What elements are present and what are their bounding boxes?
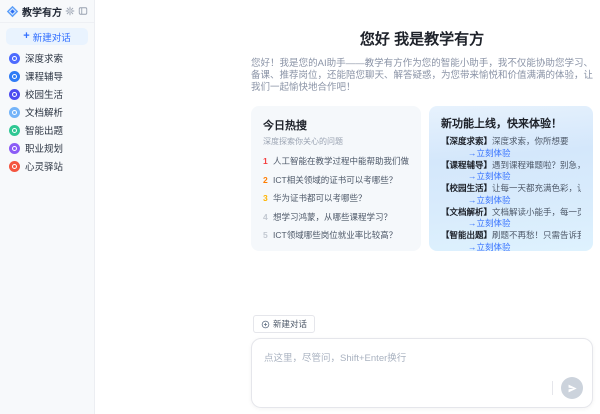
message-input[interactable] [252, 339, 592, 407]
sidebar-item-quiz[interactable]: 智能出题 [0, 121, 94, 139]
deepseek-icon [9, 52, 20, 64]
feature-item: 【智能出题】刷题不再愁！只需告诉我您的... →立刻体验 [441, 230, 581, 251]
campus-icon [9, 88, 20, 100]
sidebar-item-deepseek[interactable]: 深度求索 [0, 49, 94, 67]
send-area [552, 377, 583, 399]
sidebar-item-label: 职业规划 [25, 144, 64, 155]
hot-text: ICT相关领域的证书可以考哪些？ [273, 174, 398, 185]
app-title: 教学有方 [22, 7, 62, 19]
feature-cta-link[interactable]: →立刻体验 [468, 242, 581, 252]
quiz-icon [9, 124, 20, 136]
feature-card-title: 新功能上线，快来体验！ [441, 118, 562, 130]
greeting-text: 您好！我是您的AI助手——教学有方作为您的智能小助手，我不仅能协助您学习、备课、… [251, 58, 594, 93]
feature-tag: 【深度求索】 [441, 136, 493, 146]
hot-rank: 3 [263, 193, 268, 203]
mind-icon [9, 160, 20, 172]
feature-desc: 遇到课程难题啦？别急，我在... [492, 159, 581, 170]
hot-card-subtitle: 深度探索你关心的问题 [263, 137, 343, 146]
app-logo-icon [6, 5, 19, 17]
feature-cta-link[interactable]: →立刻体验 [468, 195, 581, 206]
hot-card-title: 今日热搜 [263, 120, 307, 132]
hot-item[interactable]: 5 ICT领域哪些岗位就业率比较高？ [263, 226, 409, 245]
sidebar-item-label: 智能出题 [25, 126, 64, 137]
composer-new-chat-button[interactable]: 新建对话 [253, 315, 316, 333]
hot-rank: 4 [263, 211, 268, 222]
send-icon [568, 384, 577, 392]
feature-cta-link[interactable]: →立刻体验 [468, 171, 581, 182]
sidebar-item-document[interactable]: 文档解析 [0, 103, 94, 121]
hot-item[interactable]: 3 华为证书都可以考哪些？ [263, 189, 409, 208]
composer: 新建对话 [251, 315, 593, 408]
feature-tag: 【智能出题】 [441, 230, 493, 240]
greeting-title: 您好 我是教学有方 [359, 31, 485, 48]
feature-cta-link[interactable]: →立刻体验 [468, 218, 581, 229]
feature-tag: 【课程辅导】 [441, 159, 493, 170]
plus-icon: + [23, 30, 30, 42]
hot-text: 华为证书都可以考哪些？ [273, 193, 367, 203]
sidebar-item-label: 课程辅导 [25, 72, 64, 83]
feature-item: 【课程辅导】遇到课程难题啦？别急，我在... →立刻体验 [441, 160, 581, 183]
feature-list: 【深度求索】深度求索，你所想要 →立刻体验 【课程辅导】遇到课程难题啦？别急，我… [441, 136, 581, 251]
hot-text: 想学习鸿蒙，从哪些课程学习？ [273, 211, 393, 222]
hot-search-card: 今日热搜 深度探索你关心的问题 1 人工智能在教学过程中能帮助我们做什么？ 2 … [251, 106, 421, 251]
feature-item: 【文档解析】文档解读小能手，每一页都轻... →立刻体验 [441, 207, 581, 230]
feature-desc: 刷题不再愁！只需告诉我您的... [492, 230, 581, 240]
feature-item: 【校园生活】让每一天都充满色彩，让每一... →立刻体验 [441, 183, 581, 206]
hot-item[interactable]: 4 想学习鸿蒙，从哪些课程学习？ [263, 208, 409, 227]
hot-rank: 1 [263, 156, 268, 166]
feature-item: 【深度求索】深度求索，你所想要 →立刻体验 [441, 136, 581, 159]
document-icon [9, 106, 20, 118]
hot-text: ICT领域哪些岗位就业率比较高？ [273, 230, 398, 240]
send-divider [552, 381, 553, 395]
course-icon [9, 70, 20, 82]
new-features-card: 新功能上线，快来体验！ 【深度求索】深度求索，你所想要 →立刻体验 【课程辅导】… [429, 106, 593, 251]
circled-plus-icon [261, 320, 270, 328]
sidebar-header: 教学有方 [0, 0, 94, 23]
new-chat-label: 新建对话 [32, 32, 71, 44]
collapse-sidebar-icon[interactable] [78, 6, 88, 16]
sidebar: 教学有方 + 新建对话 深度求索 课程辅导 校园生活 文档解析 智能出题 职业规… [0, 0, 95, 414]
sidebar-item-label: 文档解析 [25, 108, 64, 119]
feature-desc: 深度求索，你所想要 [492, 136, 569, 146]
sidebar-item-label: 校园生活 [25, 90, 64, 101]
main-area: 您好 我是教学有方 您好！我是您的AI助手——教学有方作为您的智能小助手，我不仅… [95, 0, 600, 414]
sidebar-item-mind[interactable]: 心灵驿站 [0, 157, 94, 175]
send-button[interactable] [561, 377, 583, 399]
sidebar-item-course[interactable]: 课程辅导 [0, 67, 94, 85]
sidebar-new-chat-button[interactable]: + 新建对话 [6, 28, 88, 45]
sidebar-item-label: 心灵驿站 [25, 162, 64, 173]
sidebar-item-label: 深度求索 [25, 54, 64, 65]
composer-new-chat-label: 新建对话 [273, 319, 308, 329]
feature-desc: 让每一天都充满色彩，让每一... [492, 183, 581, 193]
hot-item[interactable]: 1 人工智能在教学过程中能帮助我们做什么？ [263, 152, 409, 171]
career-icon [9, 142, 20, 154]
hot-list: 1 人工智能在教学过程中能帮助我们做什么？ 2 ICT相关领域的证书可以考哪些？… [263, 152, 409, 245]
feature-desc: 文档解读小能手，每一页都轻... [492, 206, 581, 217]
hot-rank: 2 [263, 174, 268, 185]
settings-icon[interactable] [65, 6, 75, 16]
hot-rank: 5 [263, 230, 268, 240]
feature-cta-link[interactable]: →立刻体验 [468, 148, 581, 159]
feature-tag: 【文档解析】 [441, 206, 493, 217]
cards-row: 今日热搜 深度探索你关心的问题 1 人工智能在教学过程中能帮助我们做什么？ 2 … [251, 106, 593, 251]
message-input-box [251, 338, 593, 408]
feature-tag: 【校园生活】 [441, 183, 493, 193]
sidebar-nav: 深度求索 课程辅导 校园生活 文档解析 智能出题 职业规划 心灵驿站 [0, 48, 94, 175]
app-window: 教学有方 + 新建对话 深度求索 课程辅导 校园生活 文档解析 智能出题 职业规… [0, 0, 600, 414]
hot-text: 人工智能在教学过程中能帮助我们做什么？ [273, 156, 409, 166]
sidebar-item-campus[interactable]: 校园生活 [0, 85, 94, 103]
sidebar-item-career[interactable]: 职业规划 [0, 139, 94, 157]
hot-item[interactable]: 2 ICT相关领域的证书可以考哪些？ [263, 171, 409, 190]
